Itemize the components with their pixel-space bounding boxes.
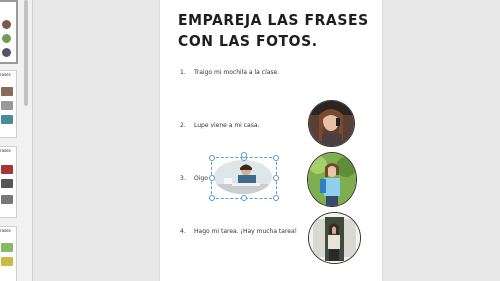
sentence-text: Lupe viene a mi casa. xyxy=(194,122,260,129)
resize-handle-bottom-right[interactable] xyxy=(273,195,279,201)
sentence-text: Hago mi tarea. ¡Hay mucha tarea! xyxy=(194,228,298,235)
resize-handle-right[interactable] xyxy=(273,175,279,181)
mini-photo-icon xyxy=(1,179,13,188)
mini-photo-icon xyxy=(1,101,13,110)
mini-photo-icon xyxy=(1,165,13,174)
resize-handle-top-right[interactable] xyxy=(273,155,279,161)
slide-thumbnail-3[interactable]: rases xyxy=(0,146,17,218)
sentence-text: Traigo mi mochila a la clase. xyxy=(194,69,280,76)
slide-canvas[interactable]: EMPAREJA LAS FRASES CON LAS FOTOS. 1. Tr… xyxy=(160,0,382,281)
mini-photo-icon xyxy=(1,115,13,124)
item-number: 2. xyxy=(180,122,186,129)
item-number: 1. xyxy=(180,69,186,76)
girl-on-phone-photo[interactable] xyxy=(308,100,355,147)
item-number: 4. xyxy=(180,228,186,235)
boy-at-desk-photo-selection[interactable] xyxy=(209,155,279,201)
rotate-handle[interactable] xyxy=(241,152,247,158)
slide-thumbnail-1[interactable] xyxy=(0,0,18,64)
slide-thumbnail-4[interactable]: rases xyxy=(0,226,17,281)
mini-photo-icon xyxy=(1,243,13,252)
item-number: 3. xyxy=(180,175,186,182)
slide-title-line-2: CON LAS FOTOS. xyxy=(178,32,318,50)
slide-thumbnail-panel[interactable]: rases rases rases xyxy=(0,0,33,281)
mini-photo-icon xyxy=(1,87,13,96)
boy-at-desk-photo[interactable] xyxy=(214,160,272,194)
mini-photo-icon xyxy=(2,34,11,43)
resize-handle-left[interactable] xyxy=(209,175,215,181)
girl-with-backpack-image xyxy=(308,153,356,206)
slide-thumbnail-2[interactable]: rases xyxy=(0,70,17,138)
thumbnail-title: rases xyxy=(0,228,11,233)
slide-title-line-1: EMPAREJA LAS FRASES xyxy=(178,11,369,29)
resize-handle-bottom[interactable] xyxy=(241,195,247,201)
slide-title: EMPAREJA LAS FRASES CON LAS FOTOS. xyxy=(178,10,378,52)
thumbnail-title: rases xyxy=(0,148,11,153)
thumbnail-title: rases xyxy=(0,72,11,77)
boy-at-desk-image xyxy=(214,160,272,194)
girl-on-phone-image xyxy=(309,101,354,146)
resize-handle-top-left[interactable] xyxy=(209,155,215,161)
woman-in-doorway-image xyxy=(309,213,360,263)
girl-with-backpack-photo[interactable] xyxy=(307,152,357,207)
mini-photo-icon xyxy=(1,257,13,266)
resize-handle-bottom-left[interactable] xyxy=(209,195,215,201)
mini-photo-icon xyxy=(2,48,11,57)
woman-in-doorway-photo[interactable] xyxy=(308,212,361,264)
mini-photo-icon xyxy=(2,20,11,29)
mini-photo-icon xyxy=(1,195,13,204)
thumbnail-scrollbar[interactable] xyxy=(24,0,28,106)
